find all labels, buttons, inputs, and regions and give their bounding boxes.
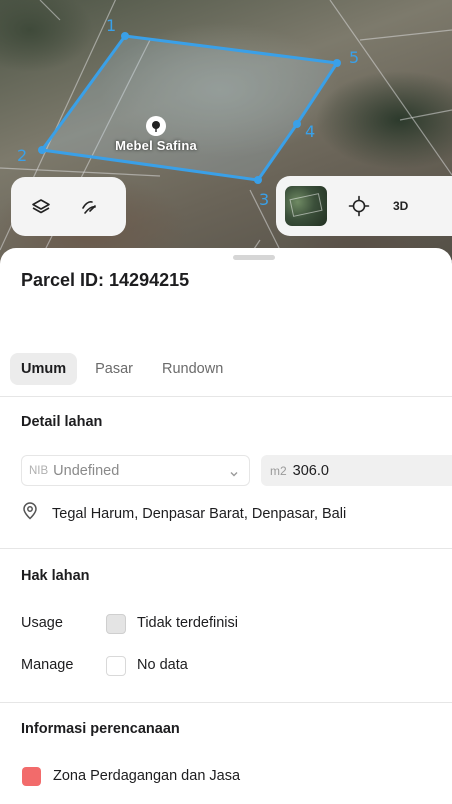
- poi-label: Mebel Safina: [115, 138, 197, 153]
- manage-checkbox[interactable]: [106, 656, 126, 676]
- vertex-label-5: 5: [349, 48, 360, 67]
- tree-icon: [146, 116, 166, 136]
- poi-marker[interactable]: Mebel Safina: [110, 116, 202, 153]
- manage-label: Manage: [21, 657, 74, 673]
- vertex-label-1: 1: [106, 16, 117, 35]
- sheet-grabber[interactable]: [233, 255, 275, 260]
- section-title-detail: Detail lahan: [21, 414, 103, 430]
- area-unit: m2: [270, 463, 287, 478]
- section-title-perencanaan: Informasi perencanaan: [21, 721, 180, 737]
- nib-select[interactable]: NIB Undefined: [21, 455, 250, 486]
- vertex-label-4: 4: [305, 122, 316, 141]
- address-row: Tegal Harum, Denpasar Barat, Denpasar, B…: [22, 502, 346, 525]
- location-pin-icon: [22, 502, 38, 525]
- area-field: m2 306.0: [261, 455, 452, 486]
- section-title-hak: Hak lahan: [21, 568, 90, 584]
- tab-umum[interactable]: Umum: [10, 353, 78, 385]
- parcel-detail-sheet: Parcel ID: 14294215 Umum Pasar Rundown D…: [0, 248, 452, 804]
- usage-label: Usage: [21, 615, 63, 631]
- nib-value: Undefined: [53, 462, 120, 479]
- crosshair-icon[interactable]: [347, 194, 371, 218]
- layers-icon[interactable]: [29, 195, 53, 219]
- parcel-title: Parcel ID: 14294215: [21, 270, 190, 290]
- divider: [0, 702, 452, 703]
- draw-icon[interactable]: [77, 195, 101, 219]
- chevron-down-icon: [229, 466, 239, 484]
- usage-checkbox[interactable]: [106, 614, 126, 634]
- map-view-panel: 3D: [276, 176, 452, 236]
- usage-value: Tidak terdefinisi: [137, 615, 239, 631]
- zone-label: Zona Perdagangan dan Jasa: [53, 768, 241, 784]
- 3d-toggle-button[interactable]: 3D: [393, 199, 408, 213]
- map-tools-panel: [11, 177, 126, 236]
- manage-value: No data: [137, 657, 188, 673]
- tab-bar: Umum Pasar Rundown: [10, 353, 241, 385]
- satellite-thumbnail[interactable]: [285, 186, 327, 226]
- nib-prefix: NIB: [29, 464, 49, 477]
- area-value: 306.0: [292, 462, 329, 479]
- tab-rundown[interactable]: Rundown: [151, 353, 234, 385]
- vertex-label-3: 3: [259, 190, 270, 209]
- vertex-label-2: 2: [17, 146, 28, 165]
- divider: [0, 396, 452, 397]
- divider: [0, 548, 452, 549]
- zone-color-swatch: [22, 767, 41, 786]
- address-text: Tegal Harum, Denpasar Barat, Denpasar, B…: [52, 505, 347, 522]
- tab-pasar[interactable]: Pasar: [84, 353, 144, 385]
